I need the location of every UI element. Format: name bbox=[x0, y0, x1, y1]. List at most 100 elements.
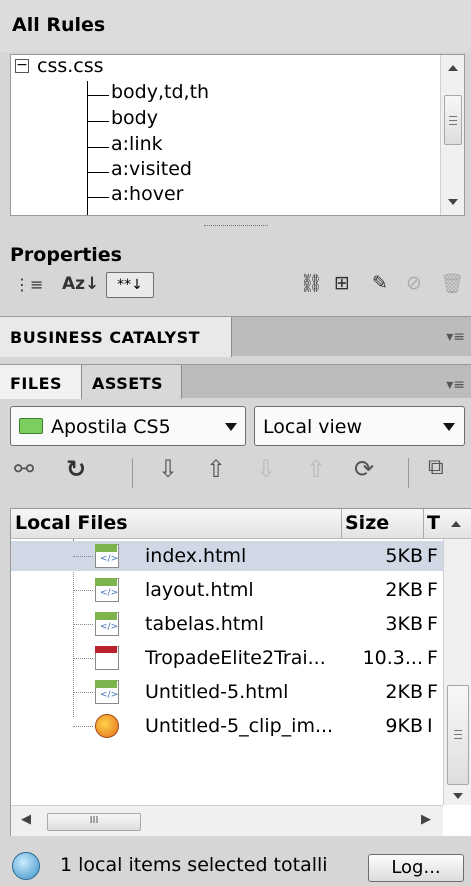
scroll-left-icon[interactable]: ◀ bbox=[21, 812, 31, 827]
column-size[interactable]: Size bbox=[345, 512, 389, 534]
business-catalyst-bar: BUSINESS CATALYST ▾≡ bbox=[0, 316, 471, 357]
view-select-value: Local view bbox=[263, 416, 363, 438]
file-row[interactable]: tabelas.html 3KB F bbox=[11, 609, 443, 639]
tab-business-catalyst[interactable]: BUSINESS CATALYST bbox=[0, 317, 232, 357]
file-row[interactable]: TropadeElite2Trai... 10.3... F bbox=[11, 643, 443, 673]
rule-item[interactable]: a:link bbox=[111, 133, 163, 155]
chevron-down-icon bbox=[225, 423, 237, 431]
scroll-right-icon[interactable]: ▶ bbox=[421, 812, 431, 827]
file-type: F bbox=[427, 579, 438, 601]
tree-line bbox=[87, 81, 88, 215]
files-tab-bar: FILES ASSETS ▾≡ bbox=[0, 364, 471, 399]
rules-scrollbar[interactable] bbox=[440, 55, 464, 215]
file-row[interactable]: layout.html 2KB F bbox=[11, 575, 443, 605]
scroll-thumb[interactable] bbox=[444, 95, 462, 145]
file-size: 9KB bbox=[385, 715, 423, 737]
tab-label: BUSINESS CATALYST bbox=[10, 328, 201, 347]
tab-assets[interactable]: ASSETS bbox=[82, 365, 182, 399]
rule-item[interactable]: a:hover bbox=[111, 183, 183, 205]
delete-icon[interactable]: 🗑 bbox=[440, 272, 464, 295]
check-in-icon[interactable]: ⇧ bbox=[306, 455, 326, 483]
tree-branch bbox=[87, 197, 109, 198]
file-name: index.html bbox=[145, 545, 247, 567]
status-bar: 1 local items selected totalli Log... bbox=[0, 844, 471, 886]
html-file-icon bbox=[95, 612, 119, 636]
properties-title: Properties bbox=[10, 244, 122, 266]
file-size: 3KB bbox=[385, 613, 423, 635]
html-file-icon bbox=[95, 578, 119, 602]
file-size: 2KB bbox=[385, 681, 423, 703]
status-text: 1 local items selected totalli bbox=[60, 854, 328, 876]
tab-label: FILES bbox=[10, 374, 63, 393]
file-type: I bbox=[427, 715, 433, 737]
expand-icon[interactable]: ⧉ bbox=[428, 455, 444, 480]
text-file-icon bbox=[95, 646, 119, 670]
site-status-icon bbox=[12, 852, 40, 880]
check-out-icon[interactable]: ⇩ bbox=[256, 455, 276, 483]
site-select[interactable]: Apostila CS5 bbox=[10, 406, 246, 446]
folder-icon bbox=[19, 418, 43, 434]
view-select[interactable]: Local view bbox=[254, 406, 465, 446]
file-name: TropadeElite2Trai... bbox=[145, 647, 326, 669]
log-button[interactable]: Log... bbox=[368, 854, 464, 882]
new-rule-icon[interactable]: ⊞ bbox=[334, 272, 350, 294]
edit-rule-icon[interactable]: ✎ bbox=[372, 272, 388, 294]
tree-branch bbox=[87, 95, 109, 96]
set-properties-icon[interactable]: **↓ bbox=[106, 272, 154, 298]
scroll-down-icon[interactable] bbox=[453, 793, 463, 799]
file-list-header: Local Files Size T bbox=[11, 509, 471, 539]
attach-stylesheet-icon[interactable]: ⛓ bbox=[300, 273, 323, 294]
panel-menu-icon[interactable]: ▾≡ bbox=[446, 329, 465, 345]
tab-label: ASSETS bbox=[92, 374, 164, 393]
html-file-icon bbox=[95, 544, 119, 568]
file-list-hscroll[interactable]: ◀ III ▶ bbox=[11, 805, 443, 836]
column-local-files[interactable]: Local Files bbox=[15, 512, 128, 534]
file-row[interactable]: Untitled-5.html 2KB F bbox=[11, 677, 443, 707]
scroll-down-icon[interactable] bbox=[448, 199, 458, 205]
file-name: Untitled-5.html bbox=[145, 681, 289, 703]
image-file-icon bbox=[95, 714, 119, 738]
get-files-icon[interactable]: ⇩ bbox=[158, 455, 178, 483]
panel-splitter[interactable] bbox=[0, 218, 471, 234]
file-name: Untitled-5_clip_im... bbox=[145, 715, 334, 737]
collapse-icon[interactable]: − bbox=[15, 58, 29, 73]
tab-files[interactable]: FILES bbox=[0, 365, 82, 399]
file-name: layout.html bbox=[145, 579, 254, 601]
file-type: F bbox=[427, 681, 438, 703]
connect-icon[interactable]: ⚯ bbox=[14, 455, 34, 483]
category-view-icon[interactable]: ⋮≡ bbox=[14, 275, 43, 294]
refresh-icon[interactable]: ↻ bbox=[66, 455, 86, 483]
toolbar-separator bbox=[408, 458, 409, 488]
column-type[interactable]: T bbox=[427, 512, 440, 534]
rule-item[interactable]: body bbox=[111, 107, 158, 129]
tree-branch bbox=[87, 121, 109, 122]
toolbar-separator bbox=[132, 458, 133, 488]
chevron-down-icon bbox=[443, 423, 455, 431]
html-file-icon bbox=[95, 680, 119, 704]
scroll-thumb[interactable]: III bbox=[47, 813, 141, 831]
panel-menu-icon[interactable]: ▾≡ bbox=[446, 377, 465, 393]
all-rules-title: All Rules bbox=[12, 14, 106, 36]
rules-tree[interactable]: − css.css body,td,th body a:link a:visit… bbox=[10, 54, 465, 216]
file-size: 10.3... bbox=[362, 647, 423, 669]
put-files-icon[interactable]: ⇧ bbox=[206, 455, 226, 483]
rule-item[interactable]: a:visited bbox=[111, 158, 192, 180]
file-row[interactable]: Untitled-5_clip_im... 9KB I bbox=[11, 711, 443, 741]
scroll-up-icon[interactable] bbox=[451, 521, 461, 527]
file-row[interactable]: index.html 5KB F bbox=[11, 541, 443, 571]
file-list[interactable]: Local Files Size T index.html 5KB F layo… bbox=[10, 508, 471, 836]
scroll-up-icon[interactable] bbox=[448, 65, 458, 71]
site-select-value: Apostila CS5 bbox=[51, 416, 171, 438]
rule-item[interactable]: body,td,th bbox=[111, 81, 209, 103]
scroll-thumb[interactable] bbox=[447, 685, 469, 785]
rule-root[interactable]: css.css bbox=[37, 55, 104, 77]
synchronize-icon[interactable]: ⟳ bbox=[354, 455, 374, 483]
file-type: F bbox=[427, 545, 438, 567]
file-type: F bbox=[427, 647, 438, 669]
disable-icon[interactable]: ⊘ bbox=[406, 272, 422, 294]
all-rules-header: All Rules bbox=[0, 0, 471, 52]
tree-branch bbox=[87, 147, 109, 148]
file-list-vscroll[interactable] bbox=[443, 539, 471, 805]
az-sort-icon[interactable]: Az↓ bbox=[62, 274, 99, 294]
tree-branch bbox=[87, 172, 109, 173]
